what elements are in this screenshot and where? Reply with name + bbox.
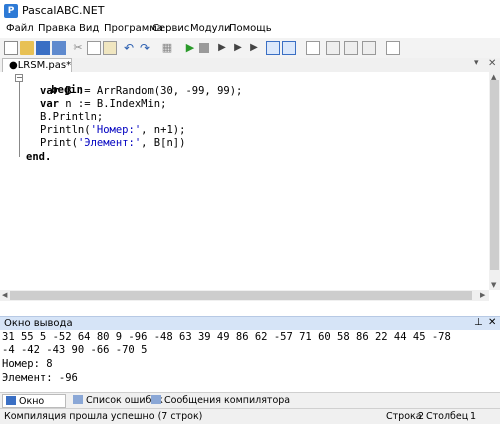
row-label: Строка [386, 411, 422, 422]
scroll-right-icon[interactable]: ▶ [480, 291, 485, 299]
help-icon[interactable] [386, 41, 400, 55]
tab-compiler-messages[interactable]: Сообщения компилятора [148, 394, 290, 408]
window-title: PascalABC.NET [22, 4, 105, 17]
code-line-2: var n := B.IndexMin; [40, 98, 167, 110]
menu-modules[interactable]: Модули [190, 23, 230, 34]
paste-icon[interactable] [103, 41, 117, 55]
redo-icon[interactable]: ↷ [138, 41, 152, 55]
editor-tabstrip: ●LRSM.pas* ▾ ✕ [0, 58, 500, 73]
menu-service[interactable]: Сервис [152, 23, 189, 34]
tab-label: ●LRSM.pas* [9, 60, 72, 71]
menu-view[interactable]: Вид [79, 23, 99, 34]
menu-bar: Файл Правка Вид Программа Сервис Модули … [0, 22, 500, 38]
save-icon[interactable] [36, 41, 50, 55]
window-icon[interactable] [326, 41, 340, 55]
document-icon[interactable] [306, 41, 320, 55]
close-output-icon[interactable]: ✕ [488, 317, 496, 328]
output-line: -4 -42 -43 90 -66 -70 5 [2, 344, 148, 356]
scroll-left-icon[interactable]: ◀ [2, 291, 7, 299]
title-bar: P PascalABC.NET [0, 0, 500, 22]
fold-toggle-icon[interactable]: − [15, 74, 23, 82]
app-logo-icon: P [4, 4, 18, 18]
output-panel-header: Окно вывода ⊥ ✕ [0, 316, 500, 330]
tab-list-icon[interactable]: ▾ [474, 58, 479, 68]
open-folder-icon[interactable] [20, 41, 34, 55]
editor-vertical-scroll-thumb[interactable] [490, 80, 499, 270]
compiler-messages-icon [151, 395, 161, 404]
status-message: Компиляция прошла успешно (7 строк) [4, 411, 203, 422]
error-list-icon [73, 395, 83, 404]
output-panel-title: Окно вывода [4, 318, 73, 329]
cut-icon[interactable]: ✂ [71, 41, 85, 55]
menu-edit[interactable]: Правка [38, 23, 76, 34]
output-panel-toggle-icon[interactable] [266, 41, 280, 55]
column-value: 1 [470, 411, 477, 422]
tab-output-window[interactable]: Окно вывода [2, 394, 66, 421]
bottom-panel-tabs: Окно вывода Список ошибок Сообщения комп… [0, 392, 500, 421]
format-icon[interactable]: ▦ [160, 41, 174, 55]
undo-icon[interactable]: ↶ [122, 41, 136, 55]
code-line-3: B.Println; [40, 111, 104, 123]
copy-icon[interactable] [87, 41, 101, 55]
debug-panel-toggle-icon[interactable] [282, 41, 296, 55]
run-icon[interactable]: ▶ [183, 41, 197, 55]
output-line: Элемент: -96 [2, 372, 78, 384]
editor-horizontal-scroll-thumb[interactable] [10, 291, 472, 300]
debug-run-icon[interactable]: ▶ [215, 41, 229, 55]
close-tab-icon[interactable]: ✕ [488, 58, 496, 69]
row-value: 2 [418, 411, 425, 422]
new-file-icon[interactable] [4, 41, 18, 55]
editor-gutter [0, 72, 14, 290]
save-all-icon[interactable] [52, 41, 66, 55]
menu-file[interactable]: Файл [6, 23, 34, 34]
step-over-icon[interactable]: ▶ [247, 41, 261, 55]
form-icon[interactable] [362, 41, 376, 55]
menu-help[interactable]: Помощь [229, 23, 272, 34]
fold-line [19, 82, 20, 157]
status-bar: Компиляция прошла успешно (7 строк) Стро… [0, 408, 500, 424]
toolbar: ✂ ↶ ↷ ▦ ▶ ▶ ▶ ▶ [0, 38, 500, 59]
output-line: 31 55 5 -52 64 80 9 -96 -48 63 39 49 86 … [2, 331, 451, 343]
code-line-1: var B := ArrRandom(30, -99, 99); [40, 85, 243, 97]
step-icon[interactable]: ▶ [231, 41, 245, 55]
pin-icon[interactable]: ⊥ [474, 317, 483, 328]
scroll-down-icon[interactable]: ▼ [491, 281, 496, 289]
stop-icon[interactable] [199, 43, 209, 53]
code-line-5: Print('Элемент:', B[n]) [40, 137, 186, 149]
code-line-4: Println('Номер:', n+1); [40, 124, 186, 136]
code-editor[interactable]: − begin var B := ArrRandom(30, -99, 99);… [0, 72, 489, 290]
code-line-end: end. [26, 151, 52, 163]
output-window[interactable]: 31 55 5 -52 64 80 9 -96 -48 63 39 49 86 … [0, 330, 500, 392]
output-line: Номер: 8 [2, 358, 53, 370]
module-icon[interactable] [344, 41, 358, 55]
output-window-icon [6, 396, 16, 405]
column-label: Столбец [426, 411, 469, 422]
tab-lrsm[interactable]: ●LRSM.pas* [2, 58, 72, 73]
